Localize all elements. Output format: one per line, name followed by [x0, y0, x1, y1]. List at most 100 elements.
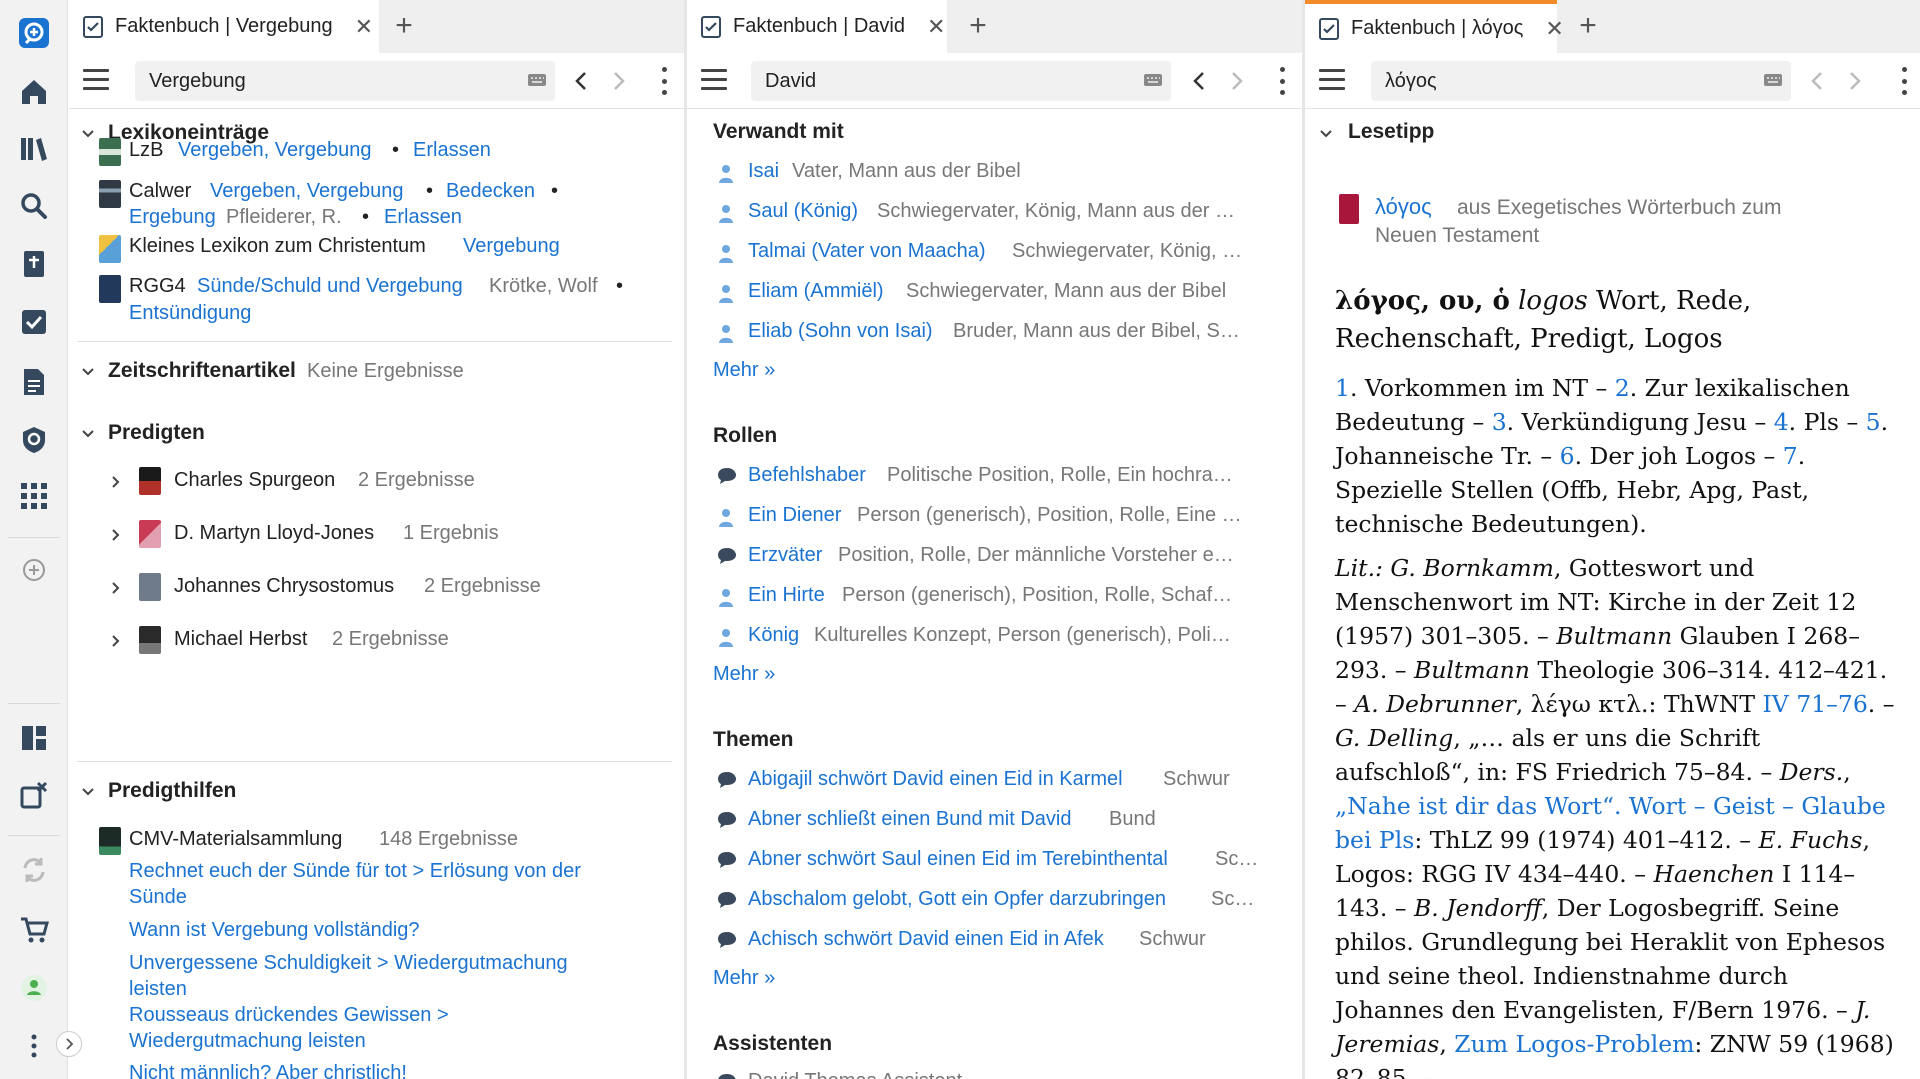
sermon-help-link[interactable]: Sünde: [129, 886, 187, 909]
search-input[interactable]: λόγος: [1371, 61, 1791, 101]
forward-arrow-icon[interactable]: [1843, 67, 1867, 95]
panel-menu-icon[interactable]: [658, 67, 670, 95]
tab-faktenbuch-david[interactable]: Faktenbuch | David ✕: [687, 0, 947, 53]
app-logo-icon[interactable]: [14, 13, 54, 53]
close-tab-icon[interactable]: ✕: [927, 14, 945, 40]
preacher-name[interactable]: Charles Spurgeon: [174, 469, 335, 492]
keyboard-icon[interactable]: [1143, 72, 1163, 88]
search-input[interactable]: Vergebung: [135, 61, 555, 101]
collapse-chevron-icon[interactable]: [1319, 127, 1333, 141]
bible-icon[interactable]: [14, 244, 54, 284]
sync-icon[interactable]: [14, 850, 54, 890]
outline-number-link[interactable]: 2: [1615, 374, 1630, 402]
cart-icon[interactable]: [14, 910, 54, 950]
more-link[interactable]: Mehr »: [713, 359, 775, 382]
back-arrow-icon[interactable]: [1805, 67, 1829, 95]
home-icon[interactable]: [14, 72, 54, 112]
expand-chevron-icon[interactable]: [109, 528, 123, 542]
section-title-predigten[interactable]: Predigten: [108, 421, 205, 445]
collapse-chevron-icon[interactable]: [81, 127, 95, 141]
sermon-help-link[interactable]: Wiedergutmachung leisten: [129, 1030, 366, 1053]
lex-link[interactable]: Ergebung: [129, 206, 216, 229]
more-vertical-icon[interactable]: [14, 1026, 54, 1066]
lex-link[interactable]: Bedecken: [446, 180, 535, 203]
sermon-help-link[interactable]: Nicht männlich? Aber christlich!: [129, 1062, 407, 1079]
panel-menu-icon[interactable]: [1898, 67, 1910, 95]
search-query[interactable]: David: [765, 70, 816, 93]
new-tab-plus-icon[interactable]: +: [386, 8, 422, 44]
collapse-chevron-icon[interactable]: [81, 785, 95, 799]
sermon-help-link[interactable]: leisten: [129, 978, 187, 1001]
related-person-link[interactable]: Saul (König): [748, 200, 858, 223]
expand-chevron-icon[interactable]: [109, 581, 123, 595]
outline-number-link[interactable]: 1: [1335, 374, 1350, 402]
close-panels-icon[interactable]: [14, 775, 54, 815]
collapse-chevron-icon[interactable]: [81, 365, 95, 379]
sermon-help-link[interactable]: Rousseaus drückendes Gewissen >: [129, 1004, 449, 1027]
theme-link[interactable]: Abigajil schwört David einen Eid in Karm…: [748, 768, 1123, 791]
search-icon[interactable]: [14, 186, 54, 226]
tab-faktenbuch-vergebung[interactable]: Faktenbuch | Vergebung ✕: [69, 0, 379, 53]
theme-link[interactable]: Abschalom gelobt, Gott ein Opfer darzubr…: [748, 888, 1166, 911]
preacher-name[interactable]: D. Martyn Lloyd-Jones: [174, 522, 374, 545]
outline-number-link[interactable]: 5: [1866, 408, 1881, 436]
outline-number-link[interactable]: 7: [1783, 442, 1798, 470]
back-arrow-icon[interactable]: [569, 67, 593, 95]
more-link[interactable]: Mehr »: [713, 663, 775, 686]
theme-link[interactable]: Abner schließt einen Bund mit David: [748, 808, 1072, 831]
expand-chevron-icon[interactable]: [109, 634, 123, 648]
lit-reference-link[interactable]: IV 71–76: [1763, 690, 1868, 718]
lex-link[interactable]: Vergebung: [463, 235, 560, 258]
lex-link[interactable]: Vergeben, Vergebung: [210, 180, 404, 203]
close-tab-icon[interactable]: ✕: [1545, 16, 1563, 42]
theme-link[interactable]: Abner schwört Saul einen Eid im Terebint…: [748, 848, 1168, 871]
sermon-help-link[interactable]: Rechnet euch der Sünde für tot > Erlösun…: [129, 860, 581, 883]
keyboard-icon[interactable]: [1763, 72, 1783, 88]
role-link[interactable]: Ein Hirte: [748, 584, 825, 607]
role-link[interactable]: Ein Diener: [748, 504, 841, 527]
add-circle-icon[interactable]: [14, 550, 54, 590]
expand-chevron-icon[interactable]: [109, 475, 123, 489]
preacher-name[interactable]: Michael Herbst: [174, 628, 307, 651]
more-link[interactable]: Mehr »: [713, 967, 775, 990]
factbook-icon[interactable]: [14, 302, 54, 342]
lit-reference-link[interactable]: Zum Logos-Problem: [1454, 1030, 1694, 1058]
role-link[interactable]: Befehlshaber: [748, 464, 866, 487]
section-title-predigthilfen[interactable]: Predigthilfen: [108, 779, 236, 803]
document-icon[interactable]: [14, 362, 54, 402]
tab-faktenbuch-logos[interactable]: Faktenbuch | λόγος ✕: [1305, 0, 1564, 53]
lesetipp-link[interactable]: λόγος: [1375, 194, 1432, 220]
forward-arrow-icon[interactable]: [1225, 67, 1249, 95]
close-tab-icon[interactable]: ✕: [355, 14, 373, 40]
lex-link[interactable]: Erlassen: [384, 206, 462, 229]
collapse-chevron-icon[interactable]: [81, 427, 95, 441]
outline-number-link[interactable]: 4: [1774, 408, 1789, 436]
search-query[interactable]: λόγος: [1385, 70, 1437, 93]
new-tab-plus-icon[interactable]: +: [960, 8, 996, 44]
lex-link[interactable]: Sünde/Schuld und Vergebung: [197, 275, 463, 298]
guide-shield-icon[interactable]: [14, 420, 54, 460]
menu-hamburger-icon[interactable]: [83, 69, 109, 91]
lex-link[interactable]: Entsündigung: [129, 302, 251, 325]
forward-arrow-icon[interactable]: [607, 67, 631, 95]
lex-link[interactable]: Vergeben, Vergebung: [178, 139, 372, 162]
user-avatar-icon[interactable]: [14, 968, 54, 1008]
keyboard-icon[interactable]: [527, 72, 547, 88]
apps-grid-icon[interactable]: [14, 476, 54, 516]
library-icon[interactable]: [14, 129, 54, 169]
related-person-link[interactable]: Talmai (Vater von Maacha): [748, 240, 986, 263]
new-tab-plus-icon[interactable]: +: [1570, 8, 1606, 44]
layout-dashboard-icon[interactable]: [14, 718, 54, 758]
assistant-item[interactable]: David Thomas Assistent: [748, 1070, 962, 1079]
related-person-link[interactable]: Isai: [748, 160, 779, 183]
outline-number-link[interactable]: 6: [1560, 442, 1575, 470]
role-link[interactable]: König: [748, 624, 799, 647]
role-link[interactable]: Erzväter: [748, 544, 822, 567]
preacher-name[interactable]: Johannes Chrysostomus: [174, 575, 394, 598]
expand-rail-chevron-icon[interactable]: [56, 1031, 82, 1057]
search-input[interactable]: David: [751, 61, 1171, 101]
search-query[interactable]: Vergebung: [149, 70, 246, 93]
menu-hamburger-icon[interactable]: [1319, 69, 1345, 91]
related-person-link[interactable]: Eliam (Ammiël): [748, 280, 884, 303]
section-title-zeitschriften[interactable]: Zeitschriftenartikel: [108, 359, 296, 383]
